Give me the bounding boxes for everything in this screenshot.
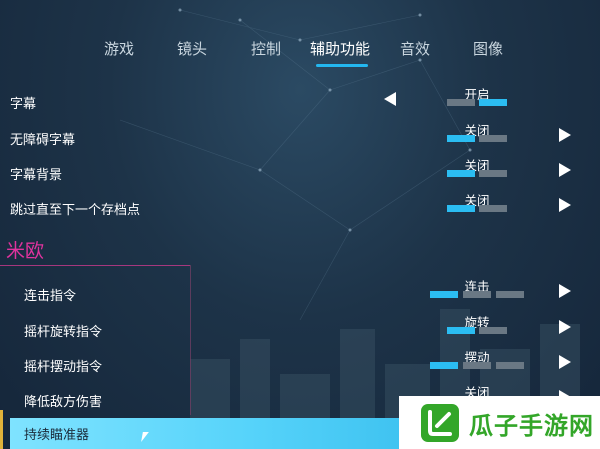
setting-label: 连击指令	[24, 289, 77, 304]
option-segment	[496, 362, 524, 369]
arrow-right-icon[interactable]	[559, 320, 571, 334]
tab-graphics[interactable]: 图像	[473, 38, 503, 59]
settings-tab-bar: 游戏 镜头 控制 辅助功能 音效 图像	[0, 38, 600, 68]
arrow-right-icon[interactable]	[559, 284, 571, 298]
setting-label: 字幕背景	[10, 168, 63, 183]
option-segment	[479, 327, 507, 334]
section-divider	[0, 265, 190, 266]
option-segment	[447, 99, 475, 106]
option-segment	[479, 170, 507, 177]
arrow-right-icon[interactable]	[559, 128, 571, 142]
option-segment	[463, 362, 491, 369]
tab-camera[interactable]: 镜头	[177, 38, 207, 59]
option-segment	[479, 205, 507, 212]
setting-row-stick-rotate-command[interactable]: 摇杆旋转指令 旋转	[0, 315, 600, 344]
arrow-right-icon[interactable]	[559, 198, 571, 212]
section-title: 米欧	[6, 240, 45, 262]
tab-audio[interactable]: 音效	[400, 38, 430, 59]
site-watermark: 瓜子手游网	[399, 396, 600, 449]
arrow-right-icon[interactable]	[559, 163, 571, 177]
setting-label: 无障碍字幕	[10, 133, 76, 148]
setting-row-subtitles[interactable]: 字幕 开启	[0, 87, 600, 116]
option-segment	[463, 291, 491, 298]
option-segment-selected	[447, 135, 475, 142]
setting-row-accessible-subtitles[interactable]: 无障碍字幕 关闭	[0, 123, 600, 152]
option-segment	[479, 135, 507, 142]
setting-row-continuous-aim[interactable]: 持续瞄准器	[10, 418, 410, 449]
arrow-left-icon[interactable]	[384, 92, 396, 106]
setting-label: 降低敌方伤害	[24, 395, 103, 410]
tab-accessibility[interactable]: 辅助功能	[310, 38, 370, 59]
setting-label: 摇杆摆动指令	[24, 360, 103, 375]
tab-game[interactable]: 游戏	[104, 38, 134, 59]
setting-row-stick-swing-command[interactable]: 摇杆摆动指令 摆动	[0, 350, 600, 379]
setting-label: 字幕	[10, 97, 37, 112]
setting-label: 持续瞄准器	[24, 428, 90, 443]
option-segment-selected	[447, 205, 475, 212]
tab-controls[interactable]: 控制	[251, 38, 281, 59]
setting-row-subtitle-background[interactable]: 字幕背景 关闭	[0, 158, 600, 187]
setting-row-combo-command[interactable]: 连击指令 连击	[0, 279, 600, 308]
setting-row-skip-to-checkpoint[interactable]: 跳过直至下一个存档点 关闭	[0, 193, 600, 222]
setting-label: 摇杆旋转指令	[24, 325, 103, 340]
option-segment-selected	[447, 327, 475, 334]
watermark-text: 瓜子手游网	[469, 412, 594, 440]
setting-label: 跳过直至下一个存档点	[10, 203, 141, 218]
active-tab-underline	[316, 64, 368, 67]
arrow-right-icon[interactable]	[559, 355, 571, 369]
option-segment-selected	[430, 291, 458, 298]
option-segment-selected	[430, 362, 458, 369]
option-segment-selected	[447, 170, 475, 177]
option-segment	[496, 291, 524, 298]
watermark-logo-icon	[421, 404, 459, 442]
option-segment-selected	[479, 99, 507, 106]
